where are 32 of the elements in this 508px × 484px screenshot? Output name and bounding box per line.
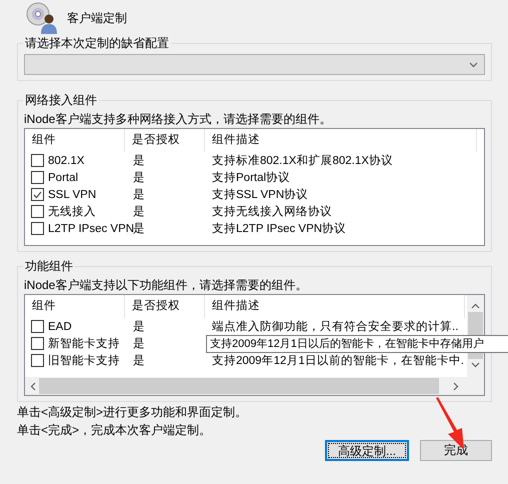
component-name: L2TP IPsec VPN [48, 222, 134, 236]
group-legend: 请选择本次定制的缺省配置 [23, 35, 171, 51]
license-cell-text: 是 [133, 222, 146, 236]
group-description: iNode客户端支持以下功能组件，请选择需要的组件。 [24, 277, 308, 293]
description-cell-text: 端点准入防御功能，只有符合安全要求的计算.. [211, 320, 458, 334]
group-legend: 功能组件 [23, 258, 75, 274]
license-cell-text: 是 [132, 320, 146, 334]
description-cell-text: 支持Portal协议 [211, 170, 290, 186]
hint-text: 单击<高级定制>进行更多功能和界面定制。 [17, 404, 248, 421]
description-cell-text: 支持SSL VPN协议 [211, 187, 308, 202]
hint-text: 单击<完成>，完成本次客户端定制。 [17, 422, 212, 439]
component-name: 无线接入 [48, 204, 96, 220]
group-description: iNode客户端支持多种网络接入方式，请选择需要的组件。 [24, 111, 332, 127]
license-cell-text: 是 [132, 170, 146, 186]
tooltip: 支持2009年12月1日以后的智能卡，在智能卡中存储用户 [206, 335, 508, 353]
component-name: EAD [48, 320, 72, 334]
license-cell-text: 是 [132, 354, 146, 368]
dialog-title: 客户端定制 [67, 10, 127, 26]
component-name: 802.1X [48, 154, 84, 168]
description-cell-text: 支持L2TP IPsec VPN协议 [211, 221, 346, 236]
license-cell-text: 是 [132, 204, 146, 220]
description-cell-text: 支持无线接入网络协议 [211, 204, 332, 220]
component-name: 旧智能卡支持 [48, 354, 120, 368]
description-cell-text: 支持标准802.1X和扩展802.1X协议 [211, 153, 393, 168]
license-cell-text: 是 [132, 188, 146, 202]
component-name: SSL VPN [48, 188, 96, 202]
license-cell-text: 是 [132, 336, 146, 352]
license-cell-text: 是 [132, 154, 146, 168]
component-name: 新智能卡支持 [48, 336, 120, 352]
group-legend: 网络接入组件 [23, 92, 99, 108]
component-name: Portal [48, 170, 78, 186]
description-cell-text: 支持2009年12月1日以前的智能卡，在智能卡中. [211, 354, 464, 368]
